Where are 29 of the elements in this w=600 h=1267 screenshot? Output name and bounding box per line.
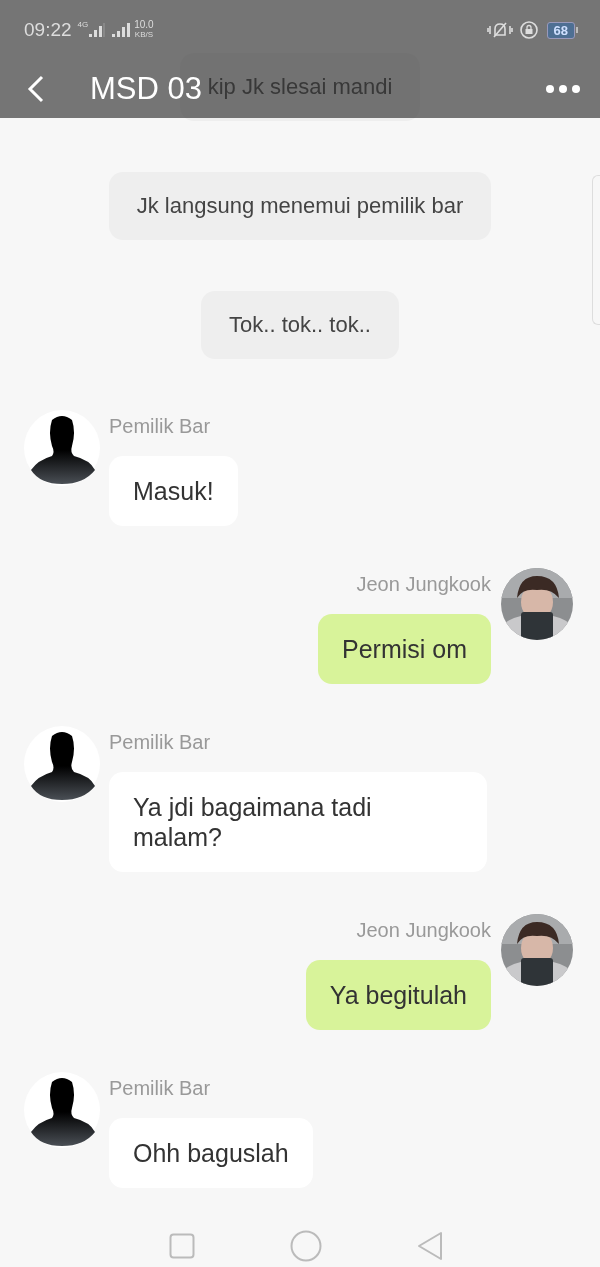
avatar-silhouette-icon [24,410,100,486]
mute-icon [486,20,513,40]
sender-name: Pemilik Bar [109,730,211,754]
back-icon[interactable] [26,74,46,104]
narration-bubble: Tok.. tok.. tok.. [201,291,399,359]
narration-bubble: Jk langsung menemui pemilik bar [108,172,492,240]
recent-apps-icon[interactable] [169,1233,196,1259]
message-bubble: Masuk! [109,456,238,526]
message-bubble: Permisi om [318,614,491,684]
signal-icon [88,23,107,37]
status-time: 09:22 [24,19,72,41]
avatar-silhouette-icon [24,1072,100,1148]
sender-name: Jeon Jungkook [356,572,491,596]
chat-title: MSD 03 [90,71,202,107]
home-icon[interactable] [290,1230,322,1262]
message-bubble: Ya jdi bagaimana tadi malam? [109,772,487,872]
network-speed: 10.0 KB/S [134,20,154,40]
lock-rotation-icon [518,20,539,40]
side-tab[interactable] [592,175,600,325]
network-type: 4G [77,20,89,29]
message-bubble: Ohh baguslah [109,1118,313,1188]
message-bubble: Ya begitulah [305,960,491,1030]
signal-icon [112,23,131,37]
sender-name: Pemilik Bar [109,1076,211,1100]
more-icon[interactable] [546,85,580,93]
sender-name: Jeon Jungkook [356,918,491,942]
battery-level: 68 [546,21,575,39]
avatar-silhouette-icon [24,726,100,802]
sender-name: Pemilik Bar [109,414,211,438]
